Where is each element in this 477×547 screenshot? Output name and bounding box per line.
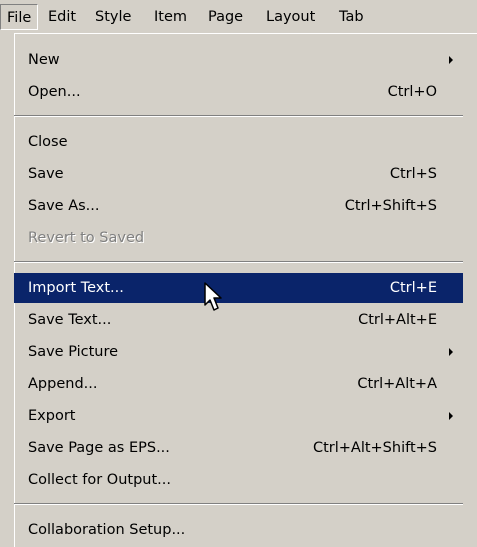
menu-item-label: Collect for Output... xyxy=(28,472,171,488)
menu-item-save-picture[interactable]: Save Picture xyxy=(14,337,463,367)
menu-item-shortcut: Ctrl+Alt+A xyxy=(357,376,437,392)
menu-item-label: Export xyxy=(28,408,76,424)
menu-separator xyxy=(14,115,463,117)
menu-edit[interactable]: Edit xyxy=(42,4,82,30)
menu-item-shortcut: Ctrl+Shift+S xyxy=(344,198,437,214)
menu-separator xyxy=(14,261,463,263)
menu-item-save-text[interactable]: Save Text... Ctrl+Alt+E xyxy=(14,305,463,335)
menu-item-collect-for-output[interactable]: Collect for Output... xyxy=(14,465,463,495)
menu-item-label: Save xyxy=(28,166,64,182)
menu-item-shortcut: Ctrl+E xyxy=(389,280,437,296)
menu-item-label: Save Page as EPS... xyxy=(28,440,170,456)
menu-item-new[interactable]: New xyxy=(14,45,463,75)
menu-item-label: Collaboration Setup... xyxy=(28,522,186,538)
menu-item-import-text[interactable]: Import Text... Ctrl+E xyxy=(14,273,463,303)
menu-item-close[interactable]: Close xyxy=(14,127,463,157)
menu-style[interactable]: Style xyxy=(89,4,137,30)
menu-item-revert-to-saved: Revert to Saved xyxy=(14,223,463,253)
menu-item-label: Import Text... xyxy=(28,280,124,296)
menu-item-export[interactable]: Export xyxy=(14,401,463,431)
menu-item-label: Append... xyxy=(28,376,98,392)
menu-item-append[interactable]: Append... Ctrl+Alt+A xyxy=(14,369,463,399)
menu-file[interactable]: File xyxy=(0,4,39,30)
menu-separator xyxy=(14,503,463,505)
menu-item-save[interactable]: Save Ctrl+S xyxy=(14,159,463,189)
menu-item-label: New xyxy=(28,52,60,68)
menu-layout[interactable]: Layout xyxy=(260,4,321,30)
menu-item-label: Close xyxy=(28,134,68,150)
menu-item-save-page-as-eps[interactable]: Save Page as EPS... Ctrl+Alt+Shift+S xyxy=(14,433,463,463)
mouse-cursor-icon xyxy=(204,282,222,311)
menu-item-shortcut: Ctrl+S xyxy=(389,166,437,182)
menu-item-shortcut: Ctrl+Alt+E xyxy=(358,312,437,328)
menu-table[interactable]: Tab xyxy=(333,4,370,30)
menu-item-shortcut: Ctrl+O xyxy=(387,84,437,100)
menu-item-save-as[interactable]: Save As... Ctrl+Shift+S xyxy=(14,191,463,221)
menu-page[interactable]: Page xyxy=(202,4,249,30)
menu-item-label: Save As... xyxy=(28,198,100,214)
menu-item-label: Open... xyxy=(28,84,81,100)
submenu-arrow-icon xyxy=(449,412,453,420)
menu-item-label: Save Text... xyxy=(28,312,112,328)
menu-item-shortcut: Ctrl+Alt+Shift+S xyxy=(312,440,437,456)
menu-item-open[interactable]: Open... Ctrl+O xyxy=(14,77,463,107)
menu-item-label: Save Picture xyxy=(28,344,119,360)
menu-bar: File Edit Style Item Page Layout Tab xyxy=(0,0,477,34)
screen: File Edit Style Item Page Layout Tab New… xyxy=(0,0,477,547)
menu-item-collaboration-setup[interactable]: Collaboration Setup... xyxy=(14,515,463,545)
submenu-arrow-icon xyxy=(449,348,453,356)
menu-item-label: Revert to Saved xyxy=(28,230,145,246)
menu-item[interactable]: Item xyxy=(148,4,193,30)
submenu-arrow-icon xyxy=(449,56,453,64)
